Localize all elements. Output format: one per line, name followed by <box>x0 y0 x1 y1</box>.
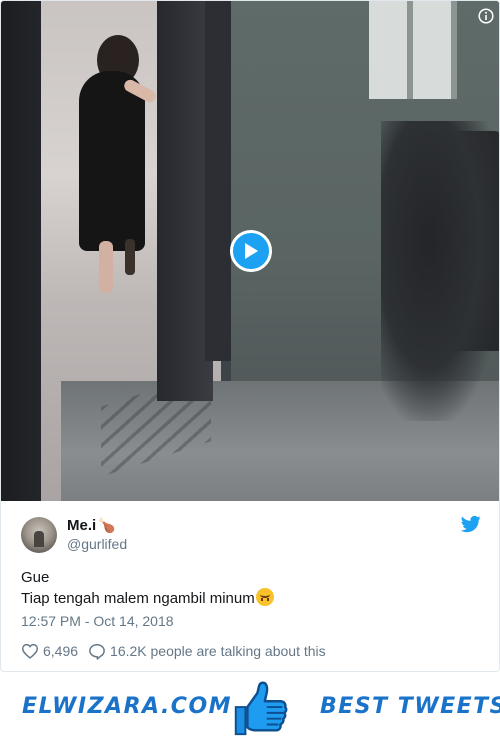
author-display-name[interactable]: Me.i 🍗 <box>67 517 116 534</box>
play-icon <box>245 243 258 259</box>
author-handle[interactable]: @gurlifed <box>67 536 127 552</box>
tweet-text-line-with-emoji: Tiap tengah malem ngambil minum <box>21 588 481 609</box>
play-button[interactable] <box>230 230 272 272</box>
tweet-stats: 6,496 16.2K people are talking about thi… <box>21 641 326 661</box>
tweet-text: Gue Tiap tengah malem ngambil minum <box>21 567 481 609</box>
info-button[interactable] <box>477 7 495 25</box>
like-action[interactable]: 6,496 <box>21 643 78 659</box>
watermark-banner: ELWIZARA.COM BEST TWEETS <box>0 672 500 744</box>
info-icon <box>478 8 494 24</box>
speech-bubble-icon <box>89 643 105 660</box>
poultry-leg-emoji: 🍗 <box>98 518 116 534</box>
site-name: ELWIZARA.COM <box>22 694 233 719</box>
video-scene-person-leg <box>99 241 113 293</box>
heart-icon <box>21 643 39 659</box>
thumbs-up-icon <box>234 681 288 736</box>
tweet-author[interactable]: Me.i 🍗 @gurlifed <box>21 514 481 554</box>
conversation-action[interactable]: 16.2K people are talking about this <box>88 643 326 660</box>
video-scene-door <box>205 1 231 361</box>
video-scene-window <box>369 1 457 99</box>
tweet-timestamp[interactable]: 12:57 PM - Oct 14, 2018 <box>21 613 174 629</box>
like-count: 6,496 <box>43 643 79 659</box>
tweet-text-line: Tiap tengah malem ngambil minum <box>21 590 255 607</box>
conversation-count: 16.2K people are talking about this <box>110 643 326 659</box>
twitter-bird-icon[interactable] <box>461 514 481 534</box>
author-name-text: Me.i <box>67 517 97 534</box>
tweet-text-line: Gue <box>21 569 50 586</box>
video-scene-person-body <box>79 71 145 251</box>
avatar[interactable] <box>21 517 57 553</box>
tweet-video[interactable] <box>1 1 499 501</box>
embedded-tweet: Me.i 🍗 @gurlifed Gue Tiap tengah malem ng… <box>0 0 500 672</box>
video-scene-shadow <box>381 121 499 421</box>
upside-down-face-emoji <box>255 588 274 606</box>
banner-tagline: BEST TWEETS <box>320 694 500 719</box>
video-scene-person-leg <box>125 239 135 275</box>
